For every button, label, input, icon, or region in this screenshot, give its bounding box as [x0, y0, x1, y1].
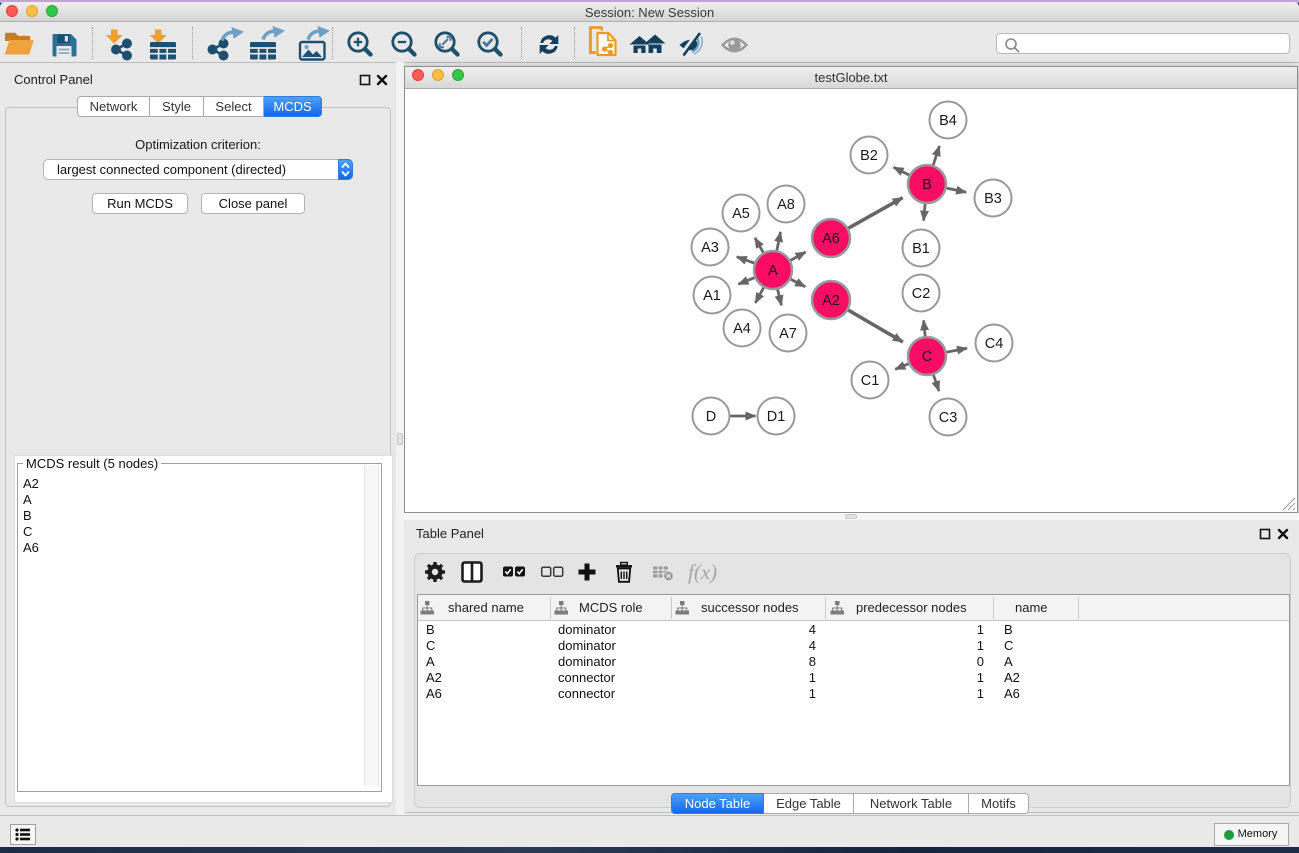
svg-text:A6: A6: [822, 231, 840, 247]
svg-text:A8: A8: [777, 197, 795, 213]
svg-text:B: B: [922, 177, 932, 193]
svg-text:C4: C4: [985, 336, 1004, 352]
svg-text:D1: D1: [767, 409, 786, 425]
svg-text:A2: A2: [822, 293, 840, 309]
svg-text:B2: B2: [860, 148, 878, 164]
svg-text:A3: A3: [701, 240, 719, 256]
svg-text:C: C: [922, 349, 932, 365]
svg-text:A: A: [768, 263, 778, 279]
svg-text:B3: B3: [984, 191, 1002, 207]
svg-text:A1: A1: [703, 288, 721, 304]
svg-text:C2: C2: [912, 286, 931, 302]
svg-text:A5: A5: [732, 206, 750, 222]
svg-text:B4: B4: [939, 113, 957, 129]
svg-text:B1: B1: [912, 241, 930, 257]
svg-text:C3: C3: [939, 410, 958, 426]
svg-text:A7: A7: [779, 326, 797, 342]
svg-text:D: D: [706, 409, 716, 425]
svg-text:C1: C1: [861, 373, 880, 389]
svg-text:f(x): f(x): [688, 560, 717, 584]
svg-text:A4: A4: [733, 321, 751, 337]
